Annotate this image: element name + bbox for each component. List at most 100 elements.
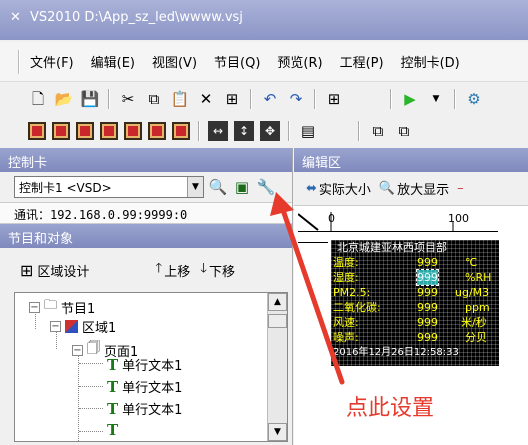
new-file-icon[interactable]: 🗋	[28, 89, 48, 109]
main-toolbar: 🗋 📂 💾 ✂ ⧉ 📋 ✕ ⊞ ↶ ↷ ⊞ ▶ ▼ ⚙	[0, 84, 528, 114]
object-toolbar: ⊞ 区域设计 🡑 上移 🡓 下移	[0, 248, 292, 292]
design-canvas[interactable]: 0 100 北京城建亚林西项目部 温度: 999 ℃ 湿度: 999 %RH P	[298, 212, 499, 368]
collapse-icon[interactable]: −	[72, 344, 83, 356]
area-design-label: 区域设计	[37, 264, 90, 280]
h-stretch-icon[interactable]: ↔	[208, 121, 228, 141]
cut-icon[interactable]: ✂	[118, 89, 138, 109]
scroll-thumb[interactable]	[268, 314, 287, 328]
chevron-down-icon[interactable]: ▼	[187, 177, 203, 197]
layout-2-icon[interactable]	[52, 122, 70, 140]
layout-1-icon[interactable]	[28, 122, 46, 140]
tree-text-item[interactable]: T 单行文本1	[107, 399, 183, 419]
menu-edit[interactable]: 编辑(E)	[91, 52, 135, 71]
led-row-temperature: 温度: 999 ℃	[333, 256, 478, 269]
text-t-icon: T	[107, 377, 119, 396]
delete-icon[interactable]: ✕	[196, 89, 216, 109]
program-icon: 🗀	[44, 298, 58, 313]
move-down-label: 下移	[208, 264, 235, 280]
collapse-icon[interactable]: −	[29, 301, 40, 313]
tree-text-item-partial[interactable]: T	[107, 422, 118, 438]
led-row-noise: 噪声: 999 分贝	[333, 331, 487, 344]
page-icon: 🗍	[87, 341, 100, 356]
hint-annotation: 点此设置	[346, 396, 435, 421]
move-down-button[interactable]: 🡓 下移	[200, 259, 235, 281]
tree-region-node[interactable]: − 区域1	[50, 317, 116, 336]
v-stretch-icon[interactable]: ↕	[234, 121, 254, 141]
grid-icon[interactable]: ⊞	[324, 89, 344, 109]
actual-size-button[interactable]: ⬌ 实际大小	[306, 179, 371, 198]
wrench-settings-icon[interactable]: 🔧	[256, 177, 276, 197]
edit-area-header: 编辑区	[294, 148, 528, 172]
text-t-icon: T	[107, 355, 119, 374]
menu-control-card[interactable]: 控制卡(D)	[401, 52, 460, 71]
menu-view[interactable]: 视图(V)	[152, 52, 197, 71]
tree-text-item[interactable]: T 单行文本1	[107, 377, 183, 397]
move-up-label: 上移	[164, 264, 191, 280]
scroll-down-icon[interactable]: ▼	[268, 423, 287, 441]
program-tree: − 🗀 节目1 − 区域1 − 🗍 页面1 T 单行文本1 T 单行文本1 T …	[14, 292, 288, 442]
copy-icon[interactable]: ⧉	[144, 89, 164, 109]
center-icon[interactable]: ✥	[260, 121, 280, 141]
open-folder-icon[interactable]: 📂	[54, 89, 74, 109]
tree-program-node[interactable]: − 🗀 节目1	[29, 296, 95, 318]
zoom-in-label: 放大显示	[397, 183, 450, 198]
led-datetime: 2016年12月26日12:58:33	[333, 347, 459, 358]
scroll-up-icon[interactable]: ▲	[268, 293, 287, 311]
layout-6-icon[interactable]	[148, 122, 166, 140]
layout-3-icon[interactable]	[76, 122, 94, 140]
led-row-wind: 风速: 999 米/秒	[333, 316, 487, 329]
tree-scrollbar[interactable]: ▲ ▼	[267, 293, 287, 441]
bring-front-icon[interactable]: ⧉	[368, 121, 388, 141]
layout-5-icon[interactable]	[124, 122, 142, 140]
redo-icon[interactable]: ↷	[286, 89, 306, 109]
menu-program[interactable]: 节目(Q)	[214, 52, 260, 71]
paste-icon[interactable]: 📋	[170, 89, 190, 109]
led-title: 北京城建亚林西项目部	[337, 241, 447, 254]
settings-icon[interactable]: ⚙	[464, 89, 484, 109]
area-design-button[interactable]: ⊞ 区域设计	[20, 261, 89, 280]
play-icon[interactable]: ▶	[400, 89, 420, 109]
layout-4-icon[interactable]	[100, 122, 118, 140]
actual-size-label: 实际大小	[318, 183, 371, 198]
more-tools-divider: –	[457, 181, 464, 196]
menu-file[interactable]: 文件(F)	[30, 52, 74, 71]
undo-icon[interactable]: ↶	[260, 89, 280, 109]
tree-item-label: 单行文本1	[122, 359, 183, 374]
app-logo-icon: ✕	[10, 10, 21, 25]
window-title: VS2010 D:\App_sz_led\wwww.vsj	[30, 10, 243, 25]
menu-project[interactable]: 工程(P)	[340, 52, 384, 71]
frame-icon[interactable]: ▤	[298, 121, 318, 141]
tree-item-label: 单行文本1	[122, 381, 183, 396]
move-up-button[interactable]: 🡑 上移	[155, 259, 190, 281]
tree-item-label: 单行文本1	[122, 403, 183, 418]
select-icon[interactable]: ⊞	[222, 89, 242, 109]
region-icon	[65, 320, 78, 333]
card-device-icon[interactable]: ▣	[232, 177, 252, 197]
led-row-humidity: 湿度: 999 %RH	[333, 269, 492, 286]
play-dropdown-icon[interactable]: ▼	[426, 89, 446, 109]
edit-toolbar: ⬌ 实际大小 🔍 放大显示 –	[294, 172, 528, 206]
align-toolbar: ↔ ↕ ✥ ▤ ⧉ ⧉	[0, 116, 528, 146]
left-panel: 控制卡 控制卡1 <VSD> ▼ 🔍 ▣ 🔧 通讯：192.168.0.99:9…	[0, 148, 293, 445]
send-back-icon[interactable]: ⧉	[394, 121, 414, 141]
zoom-in-icon: 🔍	[378, 181, 396, 196]
arrow-down-icon: 🡓	[200, 261, 207, 276]
led-preview[interactable]: 北京城建亚林西项目部 温度: 999 ℃ 湿度: 999 %RH PM2.5: …	[331, 240, 499, 366]
menu-preview[interactable]: 预览(R)	[277, 52, 322, 71]
led-row-co2: 二氧化碳: 999 ppm	[333, 301, 490, 314]
zoom-in-button[interactable]: 🔍 放大显示	[379, 179, 449, 198]
layout-7-icon[interactable]	[172, 122, 190, 140]
actual-size-icon: ⬌	[306, 181, 317, 196]
control-card-value: 控制卡1 <VSD>	[19, 180, 112, 195]
save-icon[interactable]: 💾	[80, 89, 100, 109]
search-card-icon[interactable]: 🔍	[208, 177, 228, 197]
tree-text-item[interactable]: T 单行文本1	[107, 355, 183, 375]
program-objects-header: 节目和对象	[0, 224, 292, 248]
horizontal-ruler: 0 100	[298, 212, 498, 232]
connection-status: 通讯：192.168.0.99:9999:0	[0, 202, 292, 224]
collapse-icon[interactable]: −	[50, 321, 61, 332]
area-grid-icon: ⊞	[20, 260, 34, 280]
led-row-pm25: PM2.5: 999 ug/M3	[333, 286, 490, 299]
control-card-select[interactable]: 控制卡1 <VSD> ▼	[14, 176, 204, 198]
arrow-up-icon: 🡑	[155, 261, 163, 276]
